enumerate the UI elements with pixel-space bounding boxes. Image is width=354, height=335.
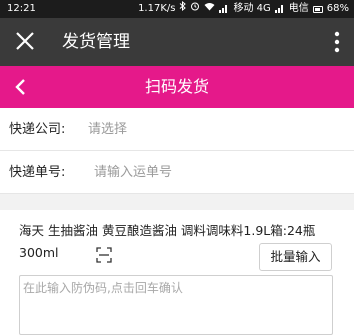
alarm-icon (190, 0, 200, 18)
signal-icon-2 (274, 5, 285, 13)
tracking-input[interactable]: 请输入运单号 (94, 151, 172, 194)
carrier-1: 移动 4G (233, 3, 271, 14)
status-time: 12:21 (7, 3, 36, 14)
page-title: 发货管理 (62, 32, 130, 52)
close-icon[interactable] (14, 30, 36, 52)
product-card: 海天 生抽酱油 黄豆酿造酱油 调料调味料1.9L箱:24瓶 300ml 批量输入 (0, 210, 354, 335)
signal-icon-1 (219, 5, 229, 13)
more-vertical-icon[interactable] (334, 31, 340, 53)
battery-level: 68% (326, 3, 349, 14)
tracking-label: 快递单号: (9, 165, 66, 180)
carrier-2: 电信 (288, 3, 309, 14)
status-indicators: 1.17K/s 移动 4G 电信 68% (138, 0, 349, 18)
status-bar: 12:21 1.17K/s 移动 4G 电信 68% (0, 0, 354, 18)
section-divider (0, 196, 354, 210)
courier-label: 快递公司: (9, 122, 66, 137)
batch-input-button[interactable]: 批量输入 (259, 243, 332, 271)
nav-title: 扫码发货 (144, 77, 209, 96)
shipping-form: 快递公司: 请选择 快递单号: 请输入运单号 (0, 108, 354, 194)
bluetooth-icon (179, 0, 187, 18)
net-speed: 1.17K/s (138, 3, 176, 14)
courier-company-row[interactable]: 快递公司: 请选择 (0, 108, 354, 151)
scan-icon[interactable] (96, 247, 112, 263)
battery-icon (312, 5, 323, 13)
title-bar: 发货管理 (0, 18, 354, 66)
tracking-number-row[interactable]: 快递单号: 请输入运单号 (0, 151, 354, 194)
wifi-icon (204, 0, 215, 18)
nav-bar: 扫码发货 (0, 66, 354, 108)
courier-select[interactable]: 请选择 (88, 108, 127, 151)
anti-counterfeit-code-input[interactable] (19, 275, 333, 335)
